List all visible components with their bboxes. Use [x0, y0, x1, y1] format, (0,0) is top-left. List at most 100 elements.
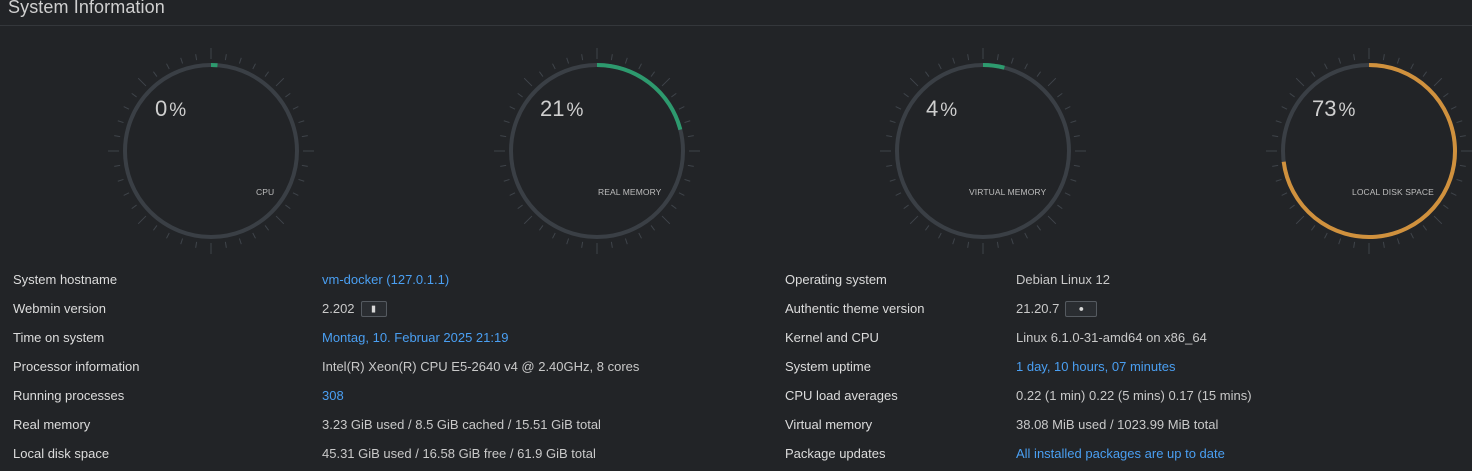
- real-memory-gauge-value: 21%: [540, 96, 584, 121]
- gauge-tick: [137, 215, 147, 225]
- system-uptime-link[interactable]: 1 day, 10 hours, 07 minutes: [1016, 359, 1175, 374]
- gauge-tick: [909, 77, 919, 87]
- gauge-tick: [301, 164, 308, 167]
- gauge-tick: [671, 92, 677, 98]
- gauge-tick: [298, 178, 305, 182]
- gauge-tick: [996, 241, 999, 248]
- gauge-tick: [624, 238, 628, 245]
- gauge-tick: [166, 63, 170, 70]
- gauge-tick: [1047, 215, 1057, 225]
- gauge-tick: [292, 192, 299, 196]
- info-value-theme-version: 21.20.7 ●: [1016, 300, 1098, 321]
- info-value-package-updates[interactable]: All installed packages are up to date: [1016, 446, 1225, 466]
- real-memory-gauge-label: REAL MEMORY: [598, 187, 662, 197]
- cpu-load-value: 0.22 (1 min) 0.22 (5 mins) 0.17 (15 mins…: [1016, 388, 1252, 403]
- info-row-uptime: System uptime: [785, 359, 871, 379]
- cpu-gauge-value: 0%: [155, 96, 187, 121]
- info-label: Processor information: [13, 359, 140, 374]
- hostname-link[interactable]: vm-docker (127.0.1.1): [322, 272, 449, 287]
- gauge-tick: [1422, 225, 1428, 231]
- theme-settings-button[interactable]: ●: [1065, 300, 1098, 317]
- info-value-processes[interactable]: 308: [322, 388, 344, 408]
- gauge-tick: [889, 120, 896, 124]
- gauge-tick: [180, 238, 184, 245]
- info-value-hostname[interactable]: vm-docker (127.0.1.1): [322, 272, 449, 292]
- gauge-tick: [952, 238, 956, 245]
- gauge-tick: [886, 164, 893, 167]
- info-label: System uptime: [785, 359, 871, 374]
- gauge-tick: [1353, 54, 1356, 61]
- info-row-load: CPU load averages: [785, 388, 898, 408]
- info-label: Running processes: [13, 388, 125, 403]
- gauge-tick: [1036, 225, 1042, 231]
- gauge-tick: [275, 77, 285, 87]
- info-row-kernel: Kernel and CPU: [785, 330, 879, 350]
- gauge-tick: [671, 204, 677, 210]
- virtual-memory-value: 38.08 MiB used / 1023.99 MiB total: [1016, 417, 1219, 432]
- gauge-tick: [1024, 232, 1028, 239]
- real-memory-value: 3.23 GiB used / 8.5 GiB cached / 15.51 G…: [322, 417, 601, 432]
- package-updates-link[interactable]: All installed packages are up to date: [1016, 446, 1225, 461]
- webmin-changelog-button[interactable]: ▮: [360, 300, 387, 317]
- book-icon: ▮: [371, 303, 377, 314]
- gauge-tick: [1295, 215, 1305, 225]
- os-value: Debian Linux 12: [1016, 272, 1110, 287]
- system-information-panel: System Information 0% CPU 21% REAL MEMOR…: [0, 0, 1472, 471]
- real-memory-gauge: 21% REAL MEMORY: [492, 46, 702, 256]
- info-value-uptime[interactable]: 1 day, 10 hours, 07 minutes: [1016, 359, 1175, 379]
- gauge-tick: [938, 63, 942, 70]
- info-label: Package updates: [785, 446, 886, 461]
- gauge-tick: [1459, 135, 1466, 138]
- gauge-tick: [1410, 232, 1414, 239]
- gauge-tick: [252, 232, 256, 239]
- virtual-memory-gauge-label: VIRTUAL MEMORY: [969, 187, 1047, 197]
- gauge-tick: [1289, 204, 1295, 210]
- gauge-tick: [895, 192, 902, 196]
- gauge-tick: [292, 106, 299, 110]
- gauge-tick: [285, 92, 291, 98]
- gauge-tick: [552, 232, 556, 239]
- gauge-tick: [903, 204, 909, 210]
- gauge-tick: [684, 120, 691, 124]
- gauge-tick: [117, 178, 124, 182]
- gauge-tick: [264, 71, 270, 77]
- gauge-tick: [1010, 57, 1014, 64]
- time-on-system-link[interactable]: Montag, 10. Februar 2025 21:19: [322, 330, 508, 345]
- gauge-tick: [1456, 120, 1463, 124]
- gauge-tick: [1064, 106, 1071, 110]
- gauge-tick: [1036, 71, 1042, 77]
- info-row-processes: Running processes: [13, 388, 124, 408]
- cpu-gauge: 0% CPU: [106, 46, 316, 256]
- info-label: Time on system: [13, 330, 105, 345]
- gauge-tick: [684, 178, 691, 182]
- gauge-tick: [1396, 57, 1400, 64]
- gauge-tick: [509, 106, 516, 110]
- info-value-real-memory: 3.23 GiB used / 8.5 GiB cached / 15.51 G…: [322, 417, 601, 437]
- info-row-package-updates: Package updates: [785, 446, 885, 466]
- info-label: Real memory: [13, 417, 91, 432]
- gauge-tick: [195, 54, 198, 61]
- gauge-tick: [1010, 238, 1014, 245]
- gauge-tick: [886, 135, 893, 138]
- gauge-tick: [924, 71, 930, 77]
- info-label: Authentic theme version: [785, 301, 925, 316]
- info-value-virtual-memory: 38.08 MiB used / 1023.99 MiB total: [1016, 417, 1218, 437]
- info-value-time[interactable]: Montag, 10. Februar 2025 21:19: [322, 330, 508, 350]
- gauge-tick: [1070, 120, 1077, 124]
- real-memory-gauge-dial: [494, 48, 700, 254]
- running-processes-link[interactable]: 308: [322, 388, 344, 403]
- gauge-tick: [275, 215, 285, 225]
- gauge-tick: [1289, 92, 1295, 98]
- info-row-hostname: System hostname: [13, 272, 117, 292]
- info-label: Local disk space: [13, 446, 110, 461]
- gauge-tick: [661, 77, 671, 87]
- gauge-tick: [1433, 77, 1443, 87]
- gauge-tick: [152, 225, 158, 231]
- gauge-tick: [123, 192, 130, 196]
- gauge-tick: [503, 120, 510, 124]
- gauge-tick: [1338, 238, 1342, 245]
- info-value-load: 0.22 (1 min) 0.22 (5 mins) 0.17 (15 mins…: [1016, 388, 1252, 408]
- gauge-tick: [1456, 178, 1463, 182]
- gauge-tick: [523, 77, 533, 87]
- gauge-tick: [1024, 63, 1028, 70]
